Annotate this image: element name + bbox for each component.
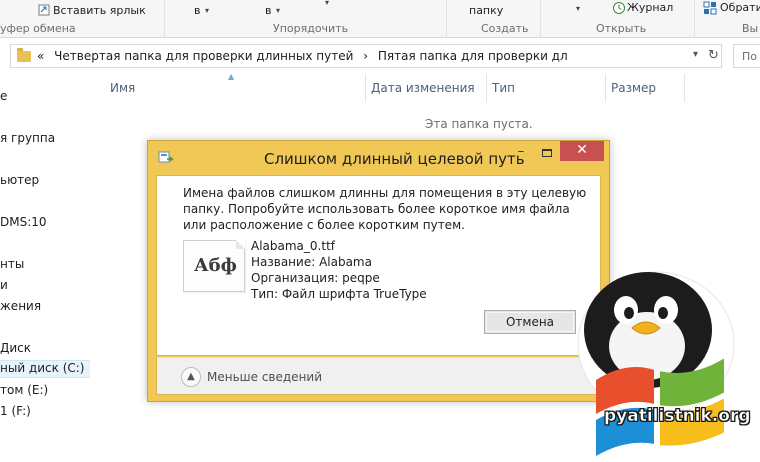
nav-item[interactable]: и: [0, 278, 90, 296]
column-header-size[interactable]: Размер: [611, 81, 656, 95]
font-preview-text: Абф: [194, 255, 237, 276]
nav-item[interactable]: Диск: [0, 341, 90, 359]
penguin-windows-logo: [577, 271, 735, 456]
file-type: Тип: Файл шрифта TrueType: [251, 287, 427, 301]
font-file-icon: Абф: [183, 240, 245, 292]
create-group-label: Создать: [481, 22, 529, 35]
nav-item-selected[interactable]: ный диск (C:): [0, 360, 90, 378]
history-icon: [612, 1, 626, 14]
dialog-footer: ▲ Меньше сведений: [156, 357, 601, 395]
breadcrumb-item[interactable]: Пятая папка для проверки дл: [378, 49, 568, 63]
file-info: Alabama_0.ttf Название: Alabama Организа…: [251, 238, 427, 302]
nav-item[interactable]: я группа: [0, 131, 90, 149]
sort-ascending-icon: ▲: [228, 72, 235, 81]
nav-item[interactable]: DMS:10: [0, 215, 90, 233]
file-operation-icon: [158, 150, 174, 164]
chevron-down-icon: ▾: [325, 0, 330, 7]
chevron-down-icon: ▾: [576, 4, 581, 13]
column-header-date[interactable]: Дата изменения: [371, 81, 475, 95]
search-placeholder: По: [742, 50, 758, 63]
column-divider[interactable]: [365, 74, 366, 102]
move-to-dropdown[interactable]: в: [194, 4, 200, 17]
breadcrumb: « Четвертая папка для проверки длинных п…: [37, 49, 574, 63]
close-button[interactable]: ✕: [560, 141, 604, 161]
nav-item[interactable]: 1 (F:): [0, 404, 90, 422]
less-details-link[interactable]: Меньше сведений: [207, 370, 322, 384]
file-title: Название: Alabama: [251, 255, 372, 269]
address-bar[interactable]: « Четвертая папка для проверки длинных п…: [10, 44, 722, 68]
chevron-down-icon: ▾: [276, 6, 281, 15]
paste-shortcut-button[interactable]: Вставить ярлык: [53, 4, 146, 17]
chevron-up-icon[interactable]: ▲: [181, 367, 201, 387]
new-folder-button[interactable]: папку: [469, 4, 503, 17]
paste-shortcut-icon: [38, 4, 52, 16]
search-input[interactable]: По: [733, 44, 760, 68]
ribbon-divider: [164, 0, 165, 38]
maximize-button[interactable]: [536, 144, 558, 162]
navigation-pane: е я группа ьютер DMS:10 нты и жения Диск…: [0, 70, 90, 462]
nav-item[interactable]: ьютер: [0, 173, 90, 191]
file-organization: Организация: peqpe: [251, 271, 380, 285]
column-divider[interactable]: [605, 74, 606, 102]
nav-item[interactable]: жения: [0, 299, 90, 317]
maximize-icon: [542, 149, 552, 157]
nav-item[interactable]: е: [0, 89, 90, 107]
nav-item[interactable]: том (E:): [0, 383, 90, 401]
empty-folder-text: Эта папка пуста.: [425, 117, 533, 131]
ribbon: Вставить ярлык уфер обмена в ▾ в ▾ ▾ Упо…: [0, 0, 760, 38]
error-message: Имена файлов слишком длинны для помещени…: [183, 186, 587, 232]
chevron-down-icon: ▾: [205, 6, 210, 15]
column-header-type[interactable]: Тип: [492, 81, 515, 95]
column-header-name[interactable]: Имя: [110, 81, 135, 95]
column-divider[interactable]: [486, 74, 487, 102]
breadcrumb-separator[interactable]: ›: [363, 49, 368, 63]
dialog-content: Имена файлов слишком длинны для помещени…: [156, 175, 601, 356]
refresh-icon[interactable]: ↻: [708, 48, 719, 63]
journal-button[interactable]: Журнал: [627, 1, 673, 14]
cancel-button[interactable]: Отмена: [484, 310, 576, 334]
folder-icon: [17, 48, 31, 62]
column-divider[interactable]: [684, 74, 685, 102]
breadcrumb-item[interactable]: Четвертая папка для проверки длинных пут…: [54, 49, 353, 63]
dialog-title: Слишком длинный целевой путь: [264, 150, 525, 168]
breadcrumb-overflow[interactable]: «: [37, 49, 44, 63]
ribbon-divider: [446, 0, 447, 38]
file-name: Alabama_0.ttf: [251, 239, 335, 253]
invert-selection-icon: [703, 1, 717, 15]
clipboard-group-label: уфер обмена: [0, 22, 76, 35]
logo-text: pyatilistnik.org: [604, 406, 751, 427]
ribbon-divider: [694, 0, 695, 38]
chevron-down-icon[interactable]: ▾: [693, 49, 698, 60]
invert-selection-button[interactable]: Обрати: [720, 1, 760, 14]
select-group-label: Вы: [742, 22, 759, 35]
open-group-label: Открыть: [596, 22, 647, 35]
site-logo: pyatilistnik.org: [568, 268, 760, 462]
minimize-button[interactable]: –: [510, 144, 532, 162]
ribbon-divider: [540, 0, 541, 38]
organize-group-label: Упорядочить: [273, 22, 349, 35]
copy-to-dropdown[interactable]: в: [265, 4, 271, 17]
nav-item[interactable]: нты: [0, 257, 90, 275]
long-path-dialog: Слишком длинный целевой путь – ✕ Имена ф…: [147, 140, 610, 402]
